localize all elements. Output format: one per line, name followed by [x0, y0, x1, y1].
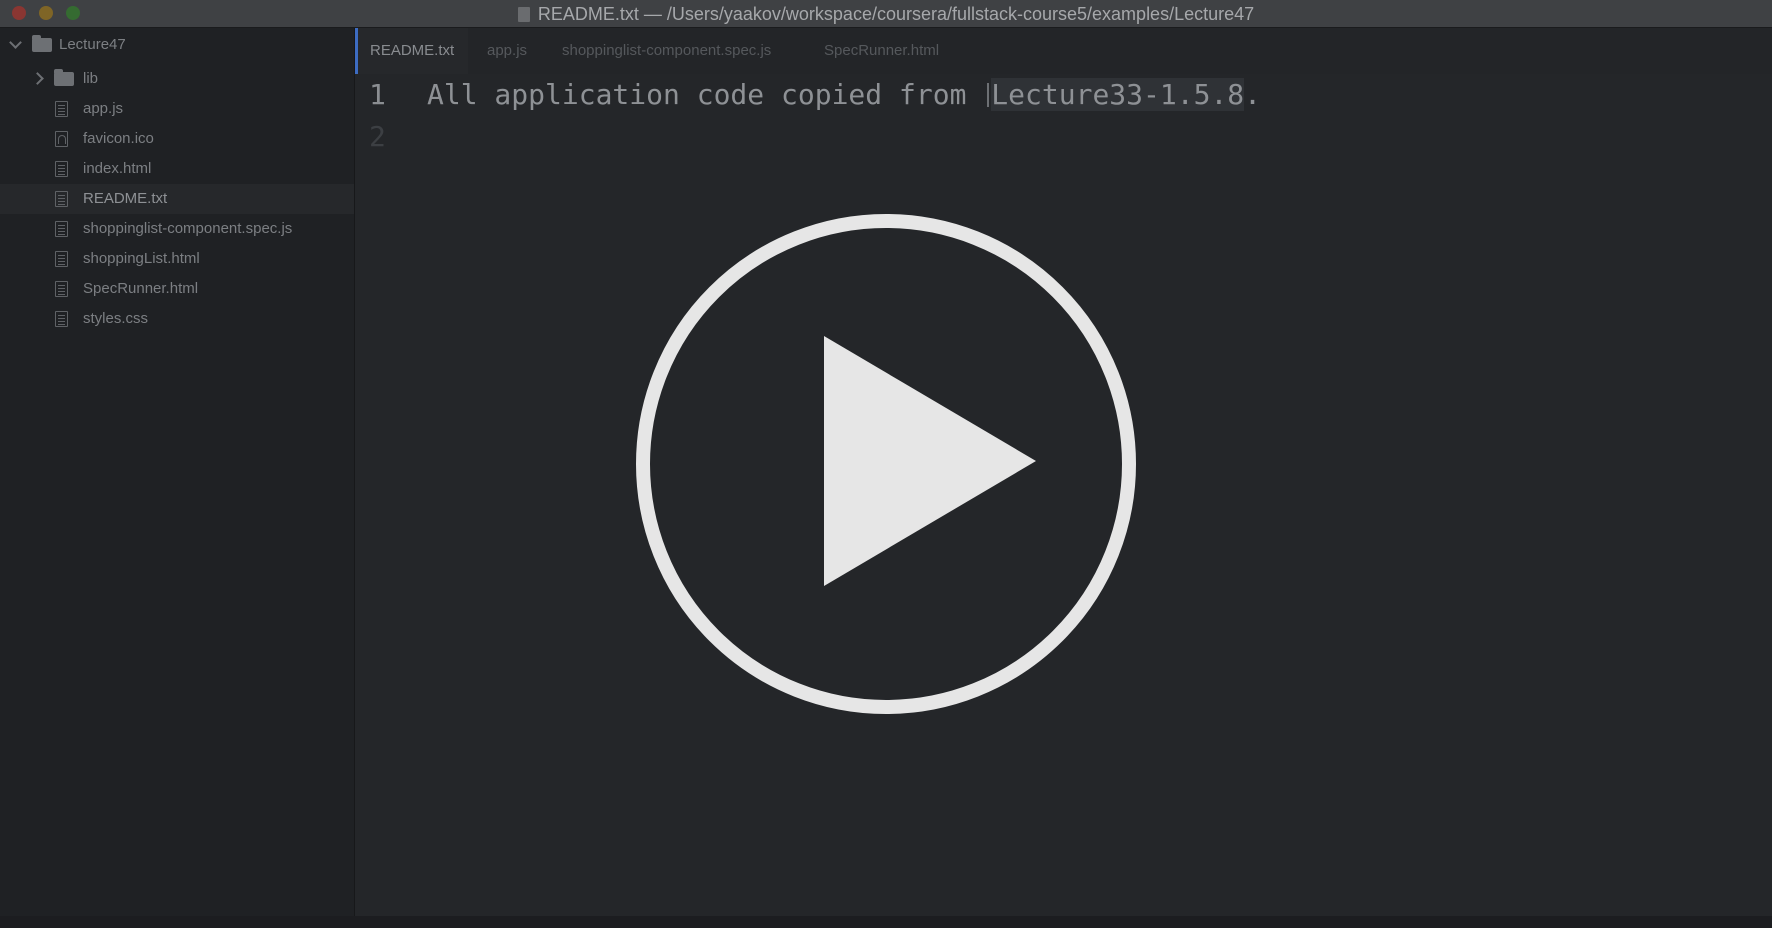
app-window: README.txt — /Users/yaakov/workspace/cou… — [0, 0, 1772, 928]
video-play-overlay — [636, 214, 1136, 714]
play-button[interactable] — [636, 214, 1136, 714]
play-icon[interactable] — [824, 336, 1036, 586]
